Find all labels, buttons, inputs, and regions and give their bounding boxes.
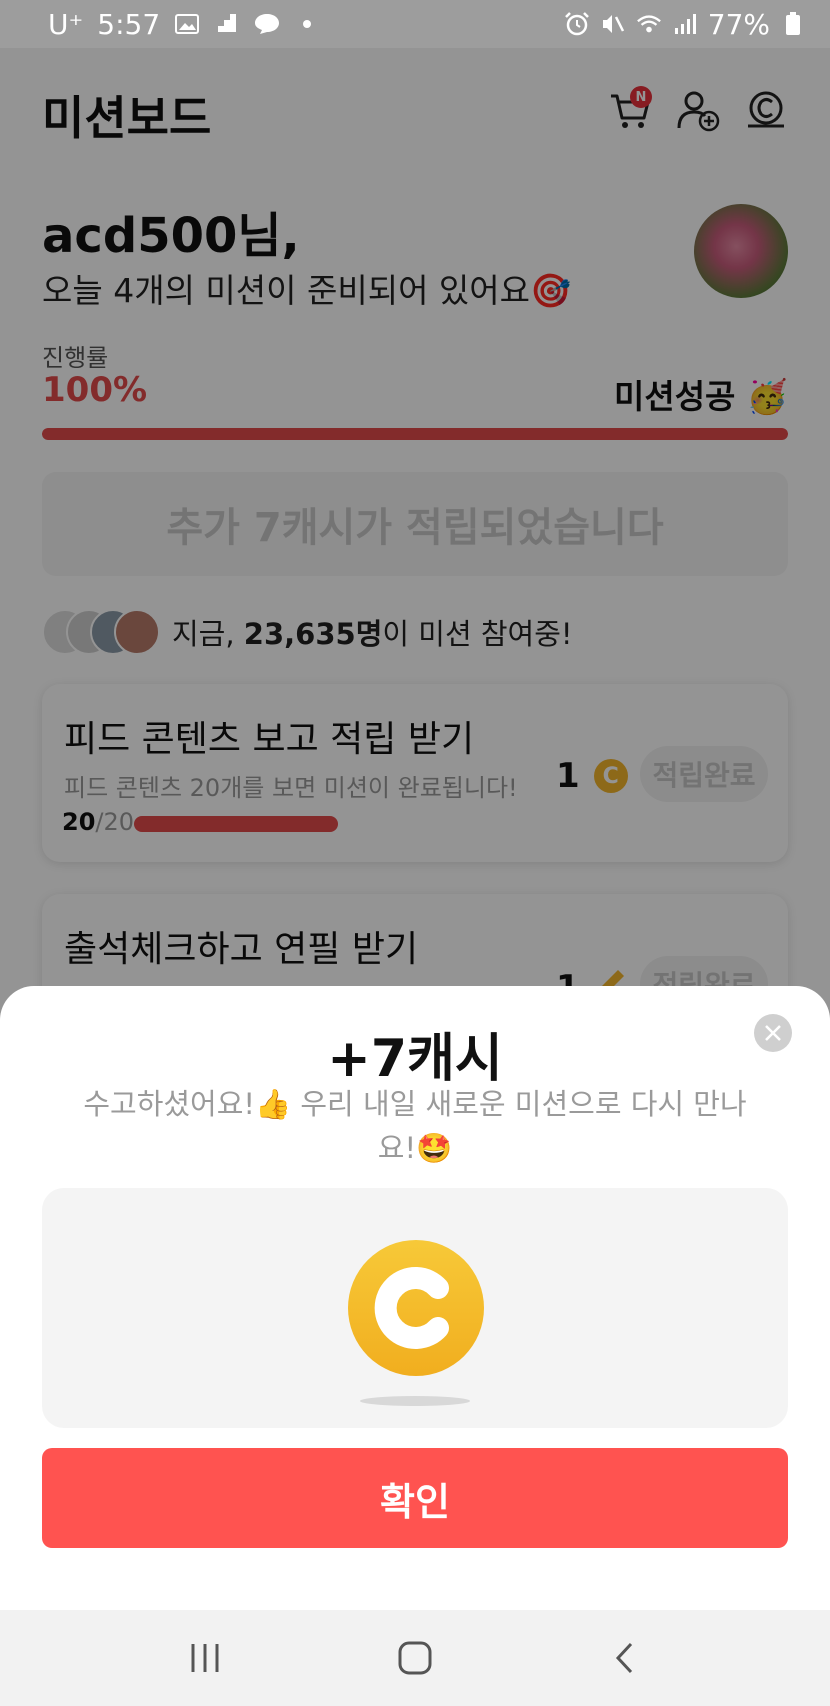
back-icon[interactable] xyxy=(595,1628,655,1688)
system-nav-bar xyxy=(0,1610,830,1706)
sheet-title: +7캐시 xyxy=(327,1029,503,1089)
home-icon[interactable] xyxy=(385,1628,445,1688)
status-bar: U⁺ 5:57 77% xyxy=(0,0,830,48)
close-icon xyxy=(765,1025,781,1041)
app-icon xyxy=(214,13,240,35)
wifi-icon xyxy=(636,13,662,35)
coin-shadow xyxy=(360,1396,470,1406)
dot-icon xyxy=(294,13,320,35)
sheet-message: 수고하셨어요!👍 우리 내일 새로운 미션으로 다시 만나요!🤩 xyxy=(83,1087,747,1165)
close-button[interactable] xyxy=(754,1014,792,1052)
signal-icon xyxy=(672,13,698,35)
confirm-button[interactable]: 확인 xyxy=(42,1448,788,1548)
cash-coin-icon xyxy=(348,1240,484,1376)
recent-apps-icon[interactable] xyxy=(175,1628,235,1688)
battery-icon xyxy=(780,12,806,35)
battery-label: 77% xyxy=(707,7,770,41)
reward-bottom-sheet: +7캐시 수고하셨어요!👍 우리 내일 새로운 미션으로 다시 만나요!🤩 확인 xyxy=(0,986,830,1610)
coin-illustration-box xyxy=(42,1188,788,1428)
time-label: 5:57 xyxy=(97,7,161,41)
gallery-icon xyxy=(174,13,200,35)
band-icon xyxy=(254,13,280,35)
mute-icon xyxy=(600,13,626,35)
carrier-label: U⁺ xyxy=(48,7,84,41)
alarm-icon xyxy=(564,12,590,36)
